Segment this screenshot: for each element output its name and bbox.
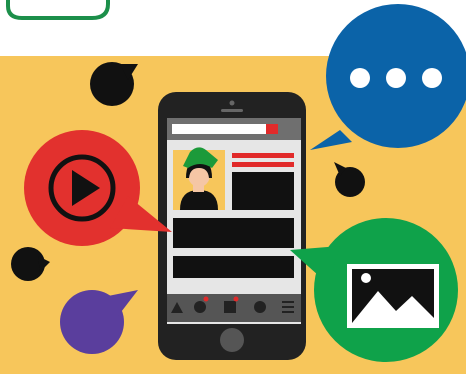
nav-menu-icon [282, 301, 294, 313]
search-button [266, 124, 278, 134]
nav-notification-dot [203, 296, 209, 302]
image-landscape-icon [347, 264, 439, 328]
content-block-right [232, 172, 294, 210]
phone-speaker [221, 109, 243, 112]
more-dots-icon [350, 68, 442, 88]
smartphone [158, 92, 306, 360]
top-tab [6, 0, 110, 20]
content-block-wide-2 [173, 256, 294, 278]
phone-camera [229, 100, 235, 106]
illustration [0, 0, 466, 374]
nav-square-icon [224, 301, 236, 313]
nav-circle-icon [254, 301, 266, 313]
search-bar [172, 124, 278, 134]
nav-circle-icon [194, 301, 206, 313]
content-block-wide-1 [173, 218, 294, 248]
home-button [220, 328, 244, 352]
headline-line-1 [232, 153, 294, 158]
nav-notification-dot [233, 296, 239, 302]
headline-line-2 [232, 162, 294, 167]
